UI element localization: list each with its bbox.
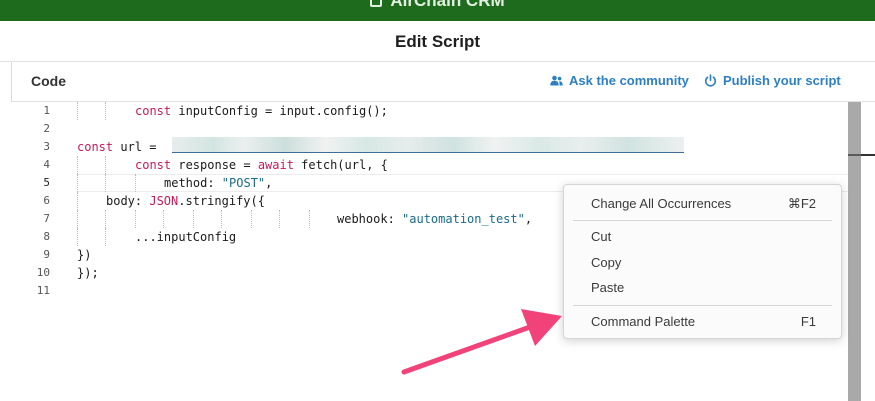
code-line-1: const inputConfig = input.config(); [135,102,388,120]
code-line-8: ...inputConfig [135,230,237,244]
indent-guide [251,210,252,228]
code-line-9: }) [77,248,92,262]
menu-item-copy[interactable]: Copy [564,251,841,275]
dialog-title: Edit Script [0,21,875,62]
code-line-5: method: "POST", [164,174,272,192]
document-icon [370,0,383,7]
line-number: 7 [43,212,50,225]
string-token: "automation_test" [402,212,525,226]
keyword-token: const [135,104,172,118]
overview-ruler-marker [861,154,875,156]
menu-item-command-palette[interactable]: Command Palette F1 [564,310,841,334]
code-token: url = [113,140,164,154]
menu-item-shortcut: ⌘F2 [787,196,816,211]
line-number: 4 [43,158,50,171]
indent-guide [77,192,78,210]
line-number: 11 [36,284,50,297]
line-number-active: 5 [43,176,50,189]
panel-divider [0,62,12,102]
code-line-7: webhook: "automation_test", [337,210,532,228]
keyword-token: await [257,158,294,172]
redacted-url [172,137,684,153]
code-token: fetch(url, { [293,158,388,172]
indent-guide [221,210,222,228]
code-line-3: const url = [77,138,164,156]
code-line-10: }); [77,266,99,280]
vertical-scrollbar[interactable] [848,102,861,401]
indent-guide [135,210,136,228]
power-icon [704,74,717,87]
indent-guide [193,210,194,228]
indent-guide [279,210,280,228]
indent-guide [105,228,106,246]
code-panel-label: Code [31,73,66,89]
indent-guide [77,174,78,192]
publish-script-link[interactable]: Publish your script [704,73,841,88]
indent-guide [77,102,78,120]
indent-guide [105,102,106,120]
people-icon [550,75,563,86]
indent-guide [105,210,106,228]
indent-guide [105,156,106,174]
line-number: 10 [36,266,50,279]
code-token: response = [171,158,258,172]
publish-script-label: Publish your script [723,73,841,88]
indent-guide [135,174,136,192]
menu-item-paste[interactable]: Paste [564,276,841,300]
line-number: 1 [43,104,50,117]
menu-item-label: Change All Occurrences [591,196,732,211]
indent-guide [163,210,164,228]
app-title-text: AirChain CRM [390,0,505,10]
indent-guide [77,210,78,228]
indent-guide [77,228,78,246]
code-line-4: const response = await fetch(url, { [135,156,388,174]
code-panel-header: Code Ask the community Publish your scri… [12,62,875,102]
keyword-token: JSON [149,194,179,208]
menu-item-label: Copy [591,255,622,270]
indent-guide [309,210,310,228]
code-token: body: [106,194,150,208]
ask-community-link[interactable]: Ask the community [550,73,689,88]
menu-item-change-all-occurrences[interactable]: Change All Occurrences ⌘F2 [564,192,841,216]
menu-item-label: Paste [591,280,625,295]
code-token: webhook: [337,212,403,226]
line-number: 9 [43,248,50,261]
scrollbar-marker [848,154,861,156]
code-token: , [265,176,273,190]
keyword-token: const [77,140,114,154]
code-token: inputConfig = input.config(); [171,104,388,118]
line-number: 2 [43,122,50,135]
line-number: 3 [43,140,50,153]
line-number: 8 [43,230,50,243]
menu-item-label: Cut [591,229,612,244]
menu-item-cut[interactable]: Cut [564,225,841,249]
ask-community-label: Ask the community [569,73,689,88]
app-header: AirChain CRM [0,0,875,21]
line-number: 6 [43,194,50,207]
code-line-6: body: JSON.stringify({ [106,192,265,210]
indent-guide [105,174,106,192]
keyword-token: const [135,158,172,172]
menu-item-label: Command Palette [591,314,696,329]
code-token: .stringify({ [178,194,265,208]
string-token: "POST" [221,176,266,190]
app-title: AirChain CRM [0,0,875,11]
indent-guide [77,156,78,174]
code-token: , [524,212,533,226]
menu-separator [573,220,832,221]
menu-separator [573,305,832,306]
context-menu: Change All Occurrences ⌘F2 Cut Copy Past… [563,184,842,339]
menu-item-shortcut: F1 [800,314,816,329]
code-token: method: [164,176,222,190]
